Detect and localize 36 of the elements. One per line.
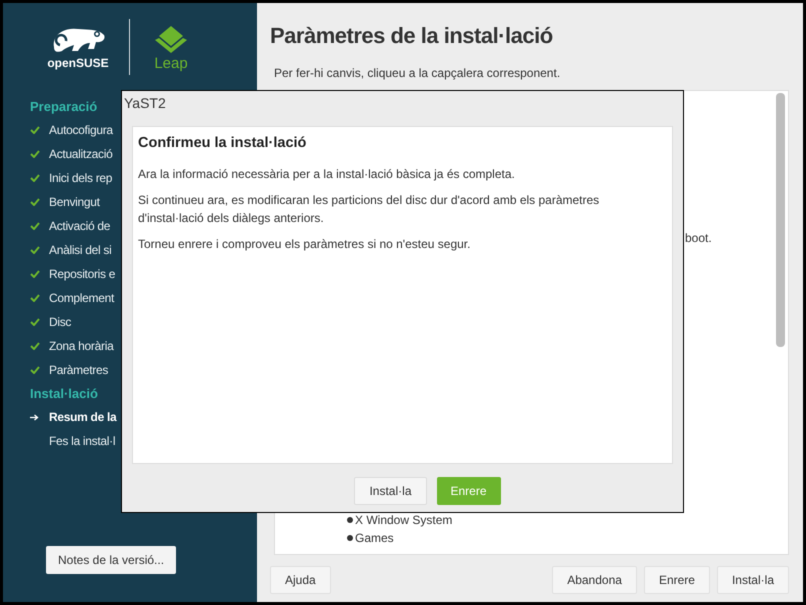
page-title: Paràmetres de la instal·lació [270, 22, 554, 50]
step-label: Paràmetres [49, 362, 108, 379]
dialog-heading: Confirmeu la instal·lació [138, 134, 308, 153]
logo-text: openSUSE [47, 57, 109, 69]
section-heading: Preparació [30, 98, 98, 116]
back-button[interactable]: Enrere [644, 566, 710, 594]
dialog-button[interactable]: Instal·la [354, 477, 426, 505]
step-label: Complement [49, 290, 114, 307]
step-label: Activació de [49, 218, 110, 235]
bullet-icon [347, 517, 353, 523]
step-label: Autocofigura [49, 122, 113, 139]
step-label: Benvingut [49, 194, 100, 211]
step-label: Inici dels rep [49, 170, 112, 187]
scrollbar[interactable] [776, 93, 785, 347]
dialog-paragraph: Ara la informació necessària per a la instal·lació bàsica ja és completa. [138, 166, 516, 183]
step-label: Disc [49, 314, 72, 331]
step-label: Anàlisi del si [49, 242, 112, 259]
abort-button[interactable]: Abandona [552, 566, 637, 594]
release-notes-button[interactable]: Notes de la versió... [46, 546, 176, 574]
dialog-title: YaST2 [124, 94, 167, 113]
bullet-icon [347, 535, 353, 541]
step-label: Actualització [49, 146, 112, 163]
dialog-paragraph: Torneu enrere i comproveu els paràmetres si no n'esteu segur. [138, 236, 472, 253]
summary-text: boot. [685, 230, 712, 247]
install-button[interactable]: Instal·la [716, 566, 789, 594]
step-label: Fes la instal·l [49, 433, 116, 450]
list-item: Games [355, 530, 394, 547]
step-label: Resum de la [49, 409, 116, 426]
dialog-paragraph: Si continueu ara, es modificaran les particions del disc dur d'acord amb els paràmetres d'instal·lació dels diàlegs anteriors. [138, 192, 600, 227]
help-button[interactable]: Ajuda [270, 566, 331, 594]
step-label: Repositoris e [49, 266, 116, 283]
hint-text: Per fer-hi canvis, cliqueu a la capçalera corresponent. [274, 65, 562, 82]
list-item: X Window System [355, 512, 452, 529]
section-heading: Instal·lació [30, 385, 98, 403]
step-label: Zona horària [49, 338, 114, 355]
product-name: Leap [154, 56, 188, 70]
